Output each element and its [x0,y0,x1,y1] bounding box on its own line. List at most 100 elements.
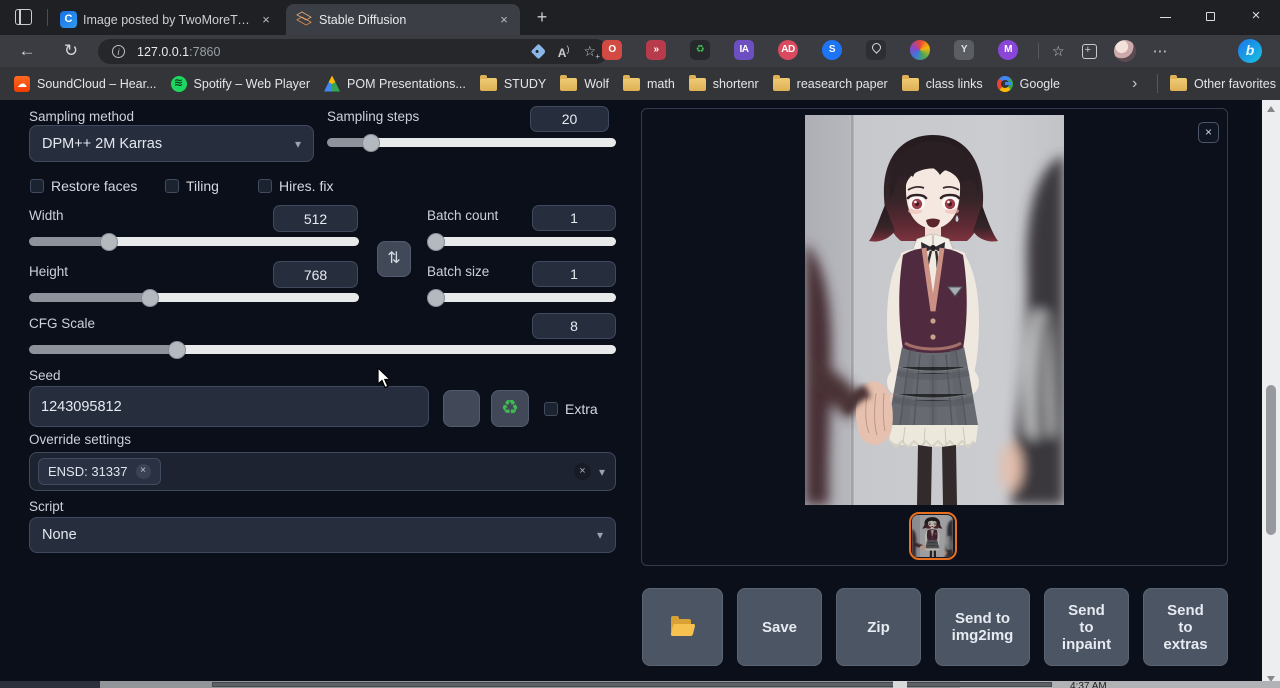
favorites-bar-icon[interactable]: ☆ [1052,43,1065,60]
bookmark-item[interactable]: POM Presentations... [324,76,466,92]
horizontal-scrollbar-thumb[interactable] [212,682,1052,687]
vertical-scrollbar[interactable] [1262,100,1280,688]
collections-icon[interactable] [1082,44,1097,59]
swap-dimensions-button[interactable]: ⇅ [377,241,411,277]
sampling-method-label: Sampling method [29,109,134,124]
restore-faces-checkbox[interactable] [30,179,44,193]
shazam-extension-icon[interactable]: S [822,40,842,60]
random-seed-button[interactable] [443,390,480,427]
bookmark-item[interactable]: Wolf [560,76,609,91]
tracking-prevention-icon[interactable] [530,44,546,60]
onetab-extension-icon[interactable]: O [602,40,622,60]
bookmark-item[interactable]: reasearch paper [773,76,888,91]
cfg-scale-label: CFG Scale [29,316,95,331]
y-ext-extension-icon[interactable]: Y [954,40,974,60]
save-button[interactable]: Save [737,588,822,666]
override-settings-label: Override settings [29,432,131,447]
window-minimize-button[interactable] [1144,0,1188,34]
bookmark-label: Spotify – Web Player [194,77,311,91]
seed-label: Seed [29,368,61,383]
width-slider[interactable] [29,237,359,246]
settings-menu-icon[interactable]: ⋯ [1153,42,1168,60]
google-icon [997,76,1013,92]
send-to-extras-button[interactable]: Send to extras [1143,588,1228,666]
batch-count-input[interactable] [532,205,616,231]
adblock-extension-icon[interactable]: AD [778,40,798,60]
site-info-icon[interactable]: i [112,45,125,58]
window-close-button[interactable]: × [1234,0,1278,34]
open-folder-button[interactable] [642,588,723,666]
globe-extension-icon[interactable] [910,40,930,60]
tab-title: Image posted by TwoMoreTimes [83,13,252,27]
address-bar[interactable]: i 127.0.0.1:7860 A) ☆+ [98,39,608,64]
bookmark-other-favorites[interactable]: Other favorites [1170,76,1276,91]
seed-input[interactable] [29,386,429,427]
gallery-thumbnail-selected[interactable] [909,512,957,560]
window-restore-button[interactable] [1188,0,1232,34]
folder-icon [689,78,706,91]
favorite-star-icon[interactable]: ☆+ [583,43,596,60]
bookmarks-overflow-icon[interactable]: › [1132,75,1137,93]
new-tab-button[interactable]: + [531,7,553,29]
chevron-down-icon[interactable]: ▾ [599,465,605,479]
browser-tab-civitai[interactable]: C Image posted by TwoMoreTimes × [50,4,282,35]
folder-icon [623,78,640,91]
generated-image[interactable] [805,115,1064,505]
batch-count-slider[interactable] [427,237,616,246]
map-pin-extension-icon[interactable] [866,40,886,60]
scrollbar-thumb[interactable] [1266,385,1276,535]
bookmark-item[interactable]: math [623,76,675,91]
hires-fix-checkbox[interactable] [258,179,272,193]
monica-extension-icon[interactable]: M [998,40,1018,60]
batch-size-input[interactable] [532,261,616,287]
trash-green-extension-icon[interactable]: ♻ [690,40,710,60]
width-input[interactable] [273,205,358,232]
read-aloud-icon[interactable]: A) [558,44,570,60]
refresh-icon[interactable]: ↻ [58,39,84,63]
bookmark-label: reasearch paper [797,77,888,91]
taskbar-segment [0,681,100,688]
sampling-steps-slider[interactable] [327,138,616,147]
back-icon[interactable]: ← [14,39,40,63]
cfg-scale-input[interactable] [532,313,616,339]
stable-diffusion-page: Sampling method DPM++ 2M Karras ▾ Sampli… [0,100,1280,688]
bookmark-item[interactable]: Google [997,76,1060,92]
taskbar-clock: 4:37 AM [1070,681,1107,688]
reuse-seed-button[interactable]: ♻ [491,390,529,427]
sampling-method-dropdown[interactable]: DPM++ 2M Karras ▾ [29,125,314,162]
folder-icon [1170,78,1187,91]
tiling-checkbox[interactable] [165,179,179,193]
close-tab-icon[interactable]: × [258,12,274,28]
clear-all-icon[interactable]: × [574,463,591,480]
bookmark-item[interactable]: ☁SoundCloud – Hear... [14,76,157,92]
bookmark-item[interactable]: class links [902,76,983,91]
divider [1038,43,1039,59]
script-dropdown[interactable]: None ▾ [29,517,616,553]
scroll-up-icon[interactable] [1267,106,1275,112]
remove-chip-icon[interactable]: × [136,464,151,479]
horizontal-scrollbar[interactable] [100,681,960,688]
override-settings-field[interactable]: ENSD: 31337 × × ▾ [29,452,616,491]
bing-discover-icon[interactable]: b [1238,39,1262,63]
batch-size-slider[interactable] [427,293,616,302]
cfg-scale-slider[interactable] [29,345,616,354]
tab-actions-icon[interactable] [12,7,36,28]
video-speed-extension-icon[interactable]: » [646,40,666,60]
sampling-steps-input[interactable] [530,106,609,132]
send-to-inpaint-button[interactable]: Send to inpaint [1044,588,1129,666]
ia-extension-icon[interactable]: IA [734,40,754,60]
bookmark-item[interactable]: shortenr [689,76,759,91]
bookmark-item[interactable]: STUDY [480,76,546,91]
profile-avatar[interactable] [1114,40,1136,62]
close-tab-icon[interactable]: × [496,12,512,28]
zip-button[interactable]: Zip [836,588,921,666]
gradio-favicon-icon [296,11,313,28]
bookmark-item[interactable]: ≋Spotify – Web Player [171,76,311,92]
browser-tab-stable-diffusion[interactable]: Stable Diffusion × [286,4,520,35]
height-input[interactable] [273,261,358,288]
send-to-img2img-button[interactable]: Send to img2img [935,588,1030,666]
recycle-icon: ♻ [501,397,519,419]
close-image-icon[interactable]: × [1198,122,1219,143]
height-slider[interactable] [29,293,359,302]
extra-seed-checkbox[interactable] [544,402,558,416]
